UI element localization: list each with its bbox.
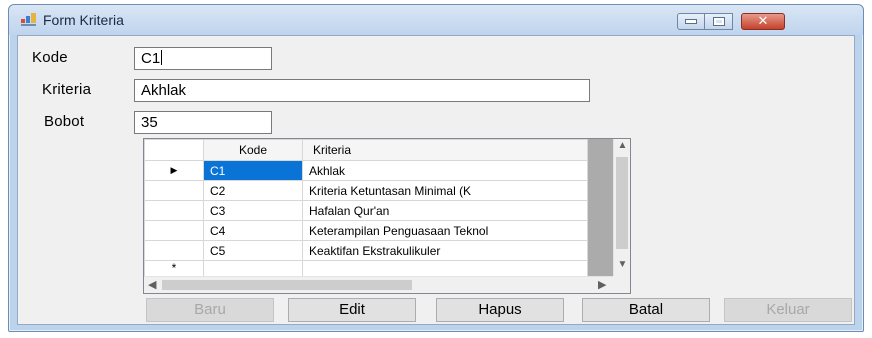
cell-kode[interactable]: C4 [203, 220, 303, 241]
bobot-label: Bobot [44, 113, 85, 130]
table-row[interactable]: C2 Kriteria Ketuntasan Minimal (K [144, 180, 588, 201]
close-button[interactable]: ✕ [741, 13, 785, 30]
table-row[interactable]: C3 Hafalan Qur'an [144, 200, 588, 221]
kriteria-data-grid[interactable]: Kode Kriteria ▶ C1 Akhlak C2 Kriteria Ke… [143, 138, 631, 294]
scroll-left-icon[interactable]: ◀ [148, 278, 156, 291]
cell-kriteria[interactable]: Kriteria Ketuntasan Minimal (K [302, 180, 588, 201]
column-header-kriteria[interactable]: Kriteria [302, 139, 588, 161]
form-client-area: Kode C1 Kriteria Akhlak Bobot 35 Kode Kr… [17, 35, 855, 325]
row-header[interactable] [144, 240, 204, 261]
cell-kriteria[interactable]: Akhlak [302, 160, 588, 181]
grid-header-row: Kode Kriteria [144, 139, 588, 161]
kriteria-input[interactable]: Akhlak [134, 79, 590, 102]
title-bar[interactable]: Form Kriteria ✕ [9, 5, 863, 35]
hapus-button[interactable]: Hapus [436, 298, 564, 322]
horizontal-scrollbar[interactable]: ◀ ▶ [144, 276, 614, 293]
kriteria-label: Kriteria [42, 81, 92, 98]
scroll-down-icon[interactable]: ▼ [614, 259, 630, 270]
horizontal-scroll-thumb[interactable] [162, 280, 412, 290]
cell-kode[interactable]: C5 [203, 240, 303, 261]
scroll-right-icon[interactable]: ▶ [598, 278, 606, 291]
scrollbar-corner [613, 276, 630, 293]
app-icon [21, 13, 36, 26]
vertical-scroll-thumb[interactable] [616, 157, 628, 249]
maximize-icon [712, 17, 725, 26]
grid-table: Kode Kriteria ▶ C1 Akhlak C2 Kriteria Ke… [144, 139, 588, 281]
form-window: Form Kriteria ✕ Kode C1 Kriteria Akhlak … [8, 4, 864, 332]
table-row[interactable]: C4 Keterampilan Penguasaan Teknol [144, 220, 588, 241]
cell-kriteria[interactable]: Keterampilan Penguasaan Teknol [302, 220, 588, 241]
keluar-button[interactable]: Keluar [724, 298, 852, 322]
vertical-scrollbar[interactable]: ▲ ▼ [613, 139, 630, 276]
bobot-input[interactable]: 35 [134, 111, 272, 134]
row-header[interactable] [144, 200, 204, 221]
close-icon: ✕ [757, 14, 769, 29]
window-title: Form Kriteria [43, 12, 124, 28]
table-row[interactable]: C5 Keaktifan Ekstrakulikuler [144, 240, 588, 261]
cell-kriteria[interactable]: Hafalan Qur'an [302, 200, 588, 221]
kode-label: Kode [32, 49, 68, 66]
minimize-button[interactable] [677, 13, 705, 30]
row-header[interactable] [144, 180, 204, 201]
column-header-kode[interactable]: Kode [203, 139, 303, 161]
table-row[interactable]: ▶ C1 Akhlak [144, 160, 588, 181]
minimize-icon [685, 19, 697, 24]
current-row-indicator-icon: ▶ [144, 160, 204, 181]
baru-button[interactable]: Baru [146, 298, 274, 322]
cell-kode[interactable]: C1 [203, 160, 303, 181]
text-caret [161, 50, 163, 65]
cell-kode[interactable]: C2 [203, 180, 303, 201]
kode-input[interactable]: C1 [134, 47, 272, 70]
edit-button[interactable]: Edit [288, 298, 416, 322]
scroll-up-icon[interactable]: ▲ [614, 140, 630, 151]
cell-kriteria[interactable]: Keaktifan Ekstrakulikuler [302, 240, 588, 261]
maximize-button[interactable] [705, 13, 733, 30]
grid-corner-header [144, 139, 204, 161]
kode-value: C1 [141, 50, 161, 67]
cell-kode[interactable]: C3 [203, 200, 303, 221]
batal-button[interactable]: Batal [582, 298, 710, 322]
row-header[interactable] [144, 220, 204, 241]
